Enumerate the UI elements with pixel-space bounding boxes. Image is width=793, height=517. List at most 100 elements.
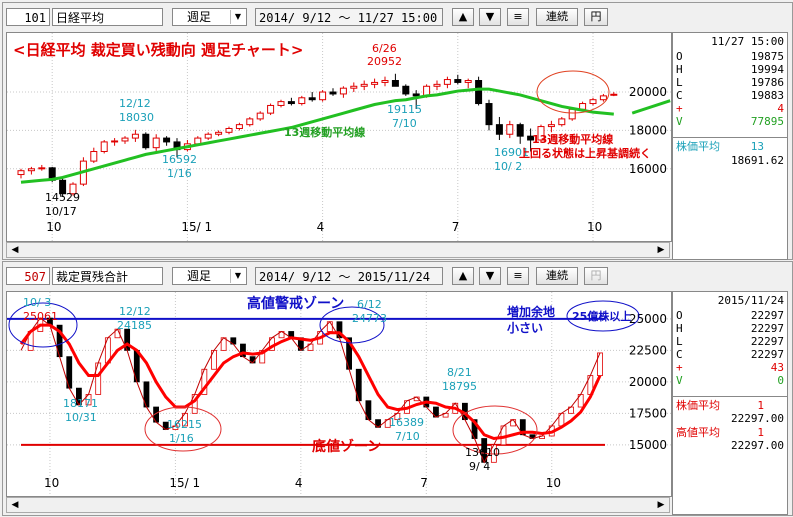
info-row-h: H 19994 — [676, 63, 784, 76]
x-tick-label: 4 — [317, 220, 325, 234]
scroll-right-icon[interactable]: ▶ — [654, 499, 668, 511]
chevron-down-icon: ▼ — [230, 10, 245, 24]
ma2-period: 1 — [757, 426, 764, 439]
info-value: 19994 — [750, 63, 784, 76]
ma-label: 13週移動平均線 — [284, 125, 365, 139]
candle-body — [433, 83, 441, 87]
candle-body — [308, 97, 316, 101]
candle-body — [225, 127, 233, 133]
candle-body — [27, 168, 35, 172]
candle-body — [246, 118, 254, 126]
y-tick-label: 17500 — [629, 406, 667, 420]
info-row-o: O 22297 — [676, 309, 784, 322]
info-value: 22297 — [750, 322, 784, 335]
annot-aug-date: 8/21 — [447, 366, 472, 379]
scroll-left-icon[interactable]: ◀ — [8, 244, 22, 256]
period-value: 週足 — [187, 10, 212, 24]
x-tick-label: 7 — [420, 476, 428, 490]
annot-sep-value: 13610 — [465, 446, 500, 459]
chart-title: <日経平均 裁定買い残動向 週足チャート> — [13, 41, 303, 59]
info-key: C — [676, 348, 683, 361]
info-header: 2015/11/24 — [717, 294, 784, 307]
ma-row: 株価平均 13 — [676, 140, 784, 153]
candle-body — [506, 124, 514, 135]
annot-high-value: 20952 — [367, 55, 402, 68]
annot-dec-date: 12/12 — [119, 305, 151, 318]
note-line2: 上回る状態は上昇基調続く — [519, 146, 651, 160]
date-range-display: 2014/ 9/12 〜 2015/11/24 — [255, 267, 443, 285]
info-key: H — [676, 322, 683, 335]
ma1-value: 22297.00 — [731, 412, 784, 425]
y-tick-label: 22500 — [629, 343, 667, 357]
info-value: 0 — [777, 374, 784, 387]
ma2-value: 22297.00 — [731, 439, 784, 452]
arbitrage-line-chart: 2500022500200001750015000 10 15/ 1 4 7 10 高値… — [7, 292, 671, 496]
link-button[interactable]: 連続 — [536, 267, 578, 285]
info-row-l: L 19786 — [676, 76, 784, 89]
arbitrage-scrollbar[interactable]: ◀ ▶ — [6, 497, 670, 513]
candle-body — [277, 101, 285, 106]
symbol-code-field[interactable]: 101 — [6, 8, 50, 26]
link-button[interactable]: 連続 — [536, 8, 578, 26]
annot-jun-value: 24773 — [352, 312, 387, 325]
scroll-up-button[interactable]: ▲ — [452, 8, 474, 26]
ma-value-row: 18691.62 — [676, 154, 784, 167]
symbol-code-field[interactable]: 507 — [6, 267, 50, 285]
candle-body — [402, 85, 410, 95]
ma-period: 13 — [750, 140, 764, 153]
candle-body — [475, 80, 483, 105]
x-tick-label: 7 — [452, 220, 460, 234]
ma-label: 株価平均 — [676, 140, 720, 153]
annot-jan-value: 16592 — [162, 153, 197, 166]
candle-body — [412, 93, 420, 97]
annot-jul-date: 7/10 — [392, 117, 417, 130]
candle-body — [152, 137, 160, 149]
info-row-v: V0 — [676, 374, 784, 387]
candle-body — [589, 99, 597, 105]
info-key: V — [676, 115, 683, 128]
scroll-down-button[interactable]: ▼ — [479, 8, 501, 26]
x-tick-label: 4 — [295, 476, 303, 490]
symbol-name-field[interactable]: 日経平均 — [52, 8, 163, 26]
candle-body — [267, 104, 275, 114]
candle-body — [547, 124, 555, 128]
info-row-change: +4 — [676, 102, 784, 115]
candle-body — [319, 91, 327, 101]
arbitrage-toolbar: 507 裁定買残合計 週足 ▼ 2014/ 9/12 〜 2015/11/24 ▲… — [3, 262, 790, 290]
candle-body — [599, 95, 607, 101]
menu-button[interactable]: ≡ — [507, 8, 529, 26]
ma1-row: 株価平均 1 — [676, 399, 784, 412]
scroll-up-button[interactable]: ▲ — [452, 267, 474, 285]
annot-sep-date: 9/ 4 — [469, 460, 490, 473]
period-select[interactable]: 週足 ▼ — [172, 267, 247, 285]
info-value: 19875 — [750, 50, 784, 63]
info-value: 4 — [777, 102, 784, 115]
info-row-h: H 22297 — [676, 322, 784, 335]
yen-button[interactable]: 円 — [584, 8, 608, 26]
menu-button[interactable]: ≡ — [507, 267, 529, 285]
info-divider — [673, 137, 787, 138]
candle-body — [100, 141, 108, 153]
candle-body — [256, 112, 264, 120]
ma2-row: 高値平均 1 — [676, 426, 784, 439]
scroll-down-button[interactable]: ▼ — [479, 267, 501, 285]
arbitrage-chart-area[interactable]: 25000 22500 20000 17500 15000 10 15/ 1 4 7 10 高値… — [6, 291, 672, 497]
candle-body — [163, 137, 171, 143]
candle-body — [558, 118, 566, 126]
x-tick-label: 10 — [44, 476, 59, 490]
symbol-name-field[interactable]: 裁定買残合計 — [52, 267, 163, 285]
chevron-down-icon: ▼ — [230, 269, 245, 283]
info-row-v: V 77895 — [676, 115, 784, 128]
annot-jan-date: 1/16 — [169, 432, 194, 445]
annot-dec-value: 18030 — [119, 111, 154, 124]
info-key: H — [676, 63, 683, 76]
nikkei-scrollbar[interactable]: ◀ ▶ — [6, 242, 670, 258]
period-select[interactable]: 週足 ▼ — [172, 8, 247, 26]
candle-body — [298, 97, 306, 105]
annot-low-date: 10/17 — [45, 205, 77, 218]
nikkei-chart-area[interactable]: 20000 18000 16000 10 15/ 1 4 7 10 <日経平均 裁定買い残動… — [6, 32, 672, 242]
scroll-left-icon[interactable]: ◀ — [8, 499, 22, 511]
yen-button[interactable]: 円 — [584, 267, 608, 285]
scroll-right-icon[interactable]: ▶ — [654, 244, 668, 256]
candle-body — [38, 167, 46, 170]
